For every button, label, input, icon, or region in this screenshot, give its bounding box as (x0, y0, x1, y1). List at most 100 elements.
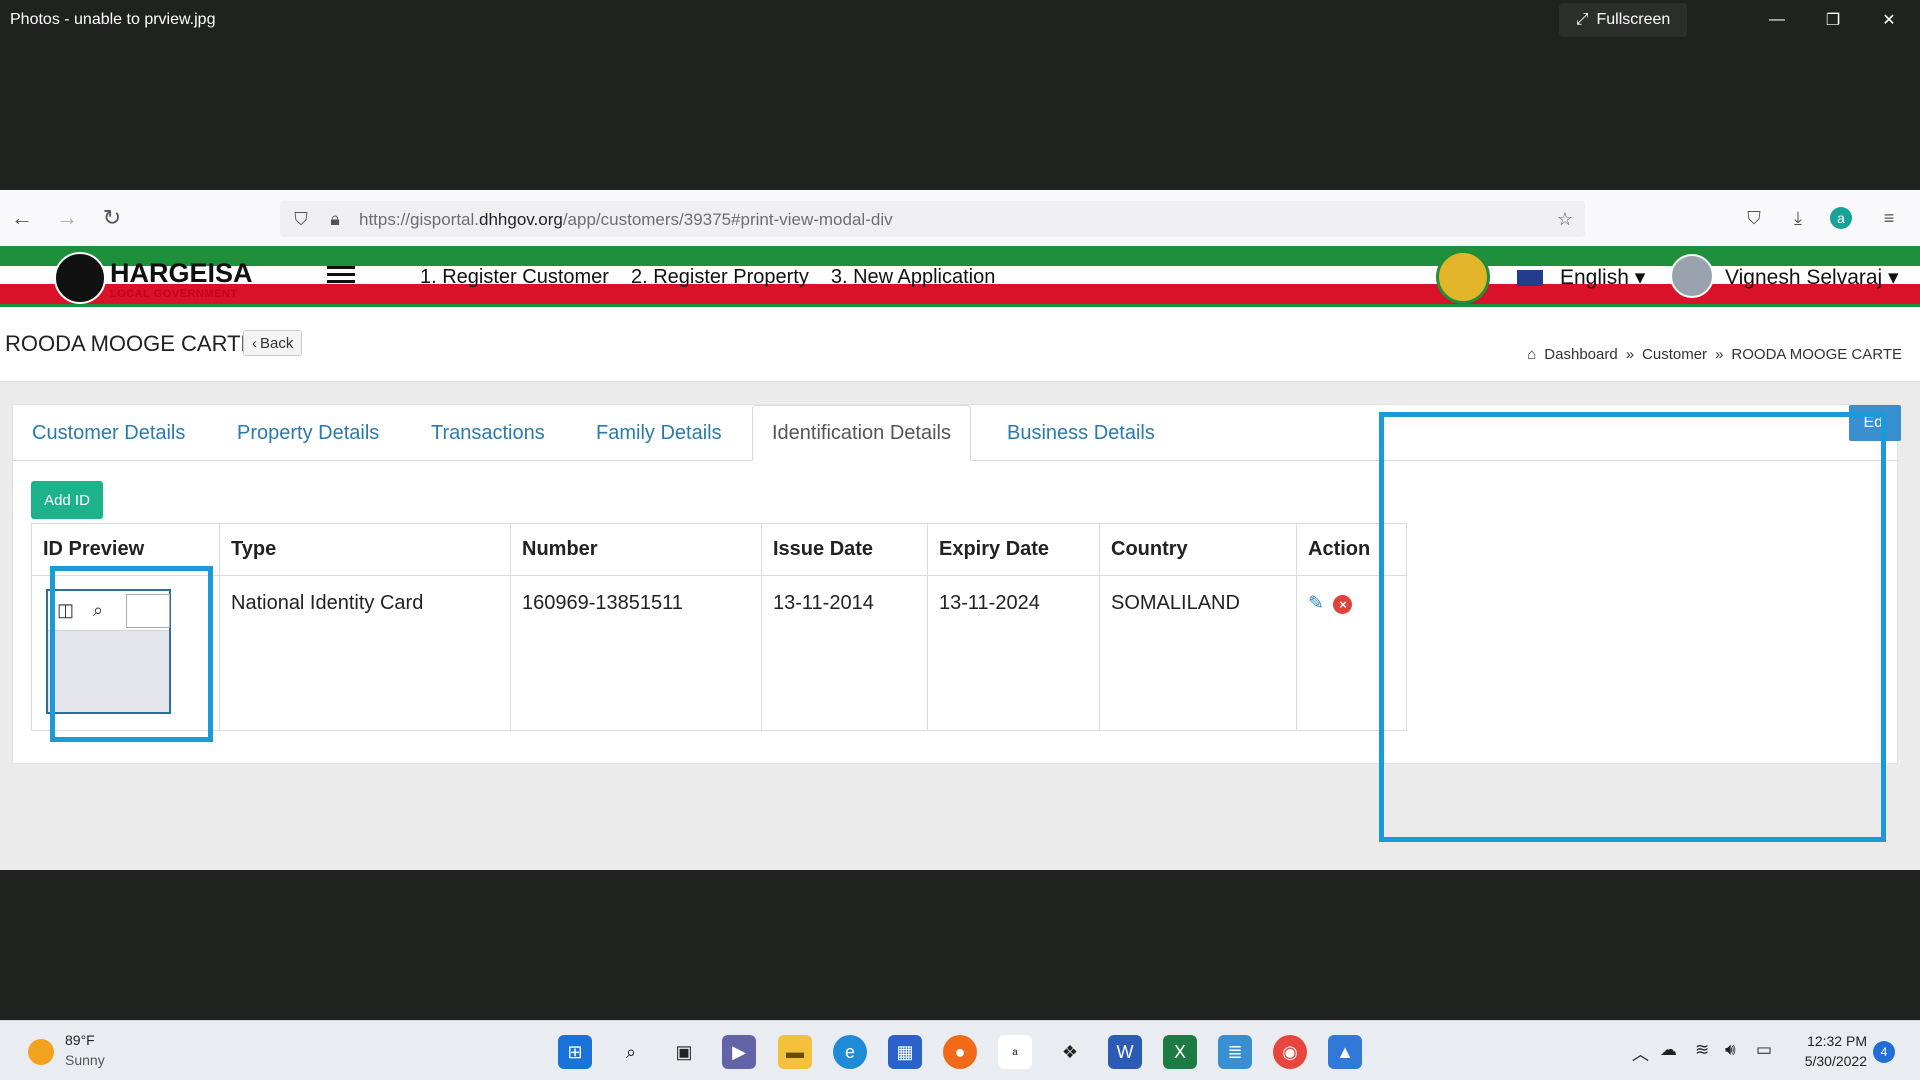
annotation-box-preview (50, 566, 213, 742)
coat-of-arms-icon (1436, 250, 1490, 304)
app-header: HARGEISA LOCAL GOVERNMENT 1. Register Cu… (0, 246, 1920, 310)
fullscreen-button[interactable]: ⤢ Fullscreen (1559, 3, 1687, 37)
tab-identification-details[interactable]: Identification Details (752, 405, 971, 461)
table-row: ◫ ⌕ National Identity Card 160969-138515… (31, 575, 1407, 731)
nav-new-application[interactable]: 3. New Application (831, 266, 996, 289)
col-type: Type (219, 523, 511, 576)
search-icon[interactable]: ⌕ (614, 1035, 648, 1069)
photos-icon[interactable]: ▲ (1328, 1035, 1362, 1069)
battery-icon[interactable]: ▭ (1756, 1040, 1772, 1060)
logo[interactable]: HARGEISA LOCAL GOVERNMENT (54, 252, 253, 306)
clock-time: 12:32 PM (1807, 1033, 1867, 1049)
clock[interactable]: 12:32 PM 5/30/2022 (1785, 1031, 1867, 1071)
id-table: ID Preview Type Number Issue Date Expiry… (31, 523, 1407, 731)
back-arrow-icon[interactable]: ← (8, 204, 36, 232)
annotation-box-right (1379, 412, 1886, 842)
breadcrumb-separator: » (1625, 346, 1635, 363)
dropbox-icon[interactable]: ❖ (1053, 1035, 1087, 1069)
wifi-icon[interactable]: ≋ (1695, 1040, 1709, 1060)
col-country: Country (1099, 523, 1297, 576)
language-dropdown[interactable]: English ▾ (1560, 265, 1645, 290)
reload-icon[interactable]: ↻ (98, 204, 126, 232)
minimize-icon[interactable]: — (1754, 4, 1800, 36)
expand-icon: ⤢ (1575, 11, 1589, 28)
weather-desc[interactable]: Sunny (65, 1052, 105, 1068)
tab-family-details[interactable]: Family Details (596, 405, 722, 461)
tab-business-details[interactable]: Business Details (1007, 405, 1155, 461)
start-icon[interactable]: ⊞ (558, 1035, 592, 1069)
restore-icon[interactable]: ❐ (1810, 4, 1856, 36)
logo-text: HARGEISA (110, 258, 253, 288)
file-explorer-icon[interactable]: ▬ (778, 1035, 812, 1069)
home-icon: ⌂ (1527, 346, 1537, 363)
back-button[interactable]: ‹ Back (243, 330, 303, 356)
logo-subtext: LOCAL GOVERNMENT (110, 288, 238, 300)
tab-property-details[interactable]: Property Details (237, 405, 379, 461)
close-icon[interactable]: ✕ (1866, 4, 1912, 36)
page-header: ROODA MOOGE CARTE ‹ Back ⌂ Dashboard » C… (0, 310, 1920, 382)
tab-customer-details[interactable]: Customer Details (32, 405, 185, 461)
window-title: Photos - unable to prview.jpg (10, 11, 216, 28)
edge-icon[interactable]: e (833, 1035, 867, 1069)
weather-temp[interactable]: 89°F (65, 1032, 95, 1048)
top-nav: 1. Register Customer 2. Register Propert… (420, 266, 995, 289)
store-icon[interactable]: ▦ (888, 1035, 922, 1069)
hamburger-menu-icon[interactable] (327, 266, 355, 286)
forward-arrow-icon[interactable]: → (53, 204, 81, 232)
url-text: https://gisportal.dhhgov.org/app/custome… (359, 210, 893, 229)
photo-canvas: ← → ↻ ⛉ 🔒︎ https://gisportal.dhhgov.org/… (0, 190, 1920, 870)
download-icon[interactable]: ⤓ (1785, 205, 1811, 231)
breadcrumb-current: ROODA MOOGE CARTE (1731, 346, 1902, 363)
browser-toolbar: ← → ↻ ⛉ 🔒︎ https://gisportal.dhhgov.org/… (0, 190, 1920, 246)
extension-icon[interactable]: a (1830, 207, 1852, 229)
volume-icon[interactable]: 🔊︎ (1725, 1040, 1736, 1060)
add-id-button[interactable]: Add ID (31, 481, 103, 519)
bookmark-star-icon[interactable]: ☆ (1552, 206, 1578, 232)
breadcrumb: ⌂ Dashboard » Customer » ROODA MOOGE CAR… (1527, 346, 1902, 363)
firefox-icon[interactable]: ● (943, 1035, 977, 1069)
tab-transactions[interactable]: Transactions (431, 405, 545, 461)
onedrive-icon[interactable]: ☁ (1660, 1040, 1677, 1060)
chevron-left-icon: ‹ (252, 334, 257, 352)
task-view-icon[interactable]: ▣ (667, 1035, 701, 1069)
clock-date: 5/30/2022 (1804, 1053, 1867, 1069)
notepad-icon[interactable]: ≣ (1218, 1035, 1252, 1069)
address-bar[interactable]: ⛉ 🔒︎ https://gisportal.dhhgov.org/app/cu… (280, 201, 1585, 237)
breadcrumb-customer[interactable]: Customer (1642, 346, 1707, 363)
delete-icon[interactable]: × (1333, 595, 1353, 614)
user-menu[interactable]: Vignesh Selvaraj ▾ (1725, 265, 1899, 290)
table-header-row: ID Preview Type Number Issue Date Expiry… (31, 523, 1407, 576)
flag-stripe-line (0, 304, 1920, 307)
col-number: Number (510, 523, 762, 576)
fullscreen-label: Fullscreen (1596, 11, 1671, 28)
excel-icon[interactable]: X (1163, 1035, 1197, 1069)
lock-icon: 🔒︎ (330, 208, 340, 229)
nav-register-property[interactable]: 2. Register Property (631, 266, 809, 289)
chevron-up-icon[interactable]: ︿ (1632, 1040, 1649, 1065)
chrome-icon[interactable]: ◉ (1273, 1035, 1307, 1069)
edit-icon[interactable]: ✎ (1308, 592, 1324, 615)
breadcrumb-dashboard[interactable]: Dashboard (1544, 346, 1617, 363)
col-issue-date: Issue Date (761, 523, 928, 576)
nav-register-customer[interactable]: 1. Register Customer (420, 266, 609, 289)
back-label: Back (260, 334, 294, 352)
shield-icon: ⛉ (294, 208, 308, 229)
notification-badge[interactable]: 4 (1873, 1041, 1895, 1063)
flag-stripe-green (0, 246, 1920, 266)
cell-expiry-date: 13-11-2024 (927, 575, 1100, 731)
page-title: ROODA MOOGE CARTE (5, 331, 256, 356)
cell-country: SOMALILAND (1099, 575, 1297, 731)
breadcrumb-separator: » (1715, 346, 1724, 363)
photos-title-bar: Photos - unable to prview.jpg ⤢ Fullscre… (0, 0, 1920, 40)
logo-emblem-icon (54, 252, 106, 304)
pocket-icon[interactable]: ⛉ (1741, 205, 1767, 231)
cell-issue-date: 13-11-2014 (761, 575, 928, 731)
word-icon[interactable]: W (1108, 1035, 1142, 1069)
taskbar: 89°F Sunny ⊞ ⌕ ▣ ▶ ▬ e ▦ ● a ❖ W X ≣ ◉ ▲… (0, 1020, 1920, 1080)
menu-icon[interactable]: ≡ (1876, 205, 1902, 231)
amazon-icon[interactable]: a (998, 1035, 1032, 1069)
user-avatar[interactable] (1670, 254, 1714, 298)
sun-icon[interactable] (28, 1039, 54, 1065)
col-expiry-date: Expiry Date (927, 523, 1100, 576)
teams-icon[interactable]: ▶ (722, 1035, 756, 1069)
